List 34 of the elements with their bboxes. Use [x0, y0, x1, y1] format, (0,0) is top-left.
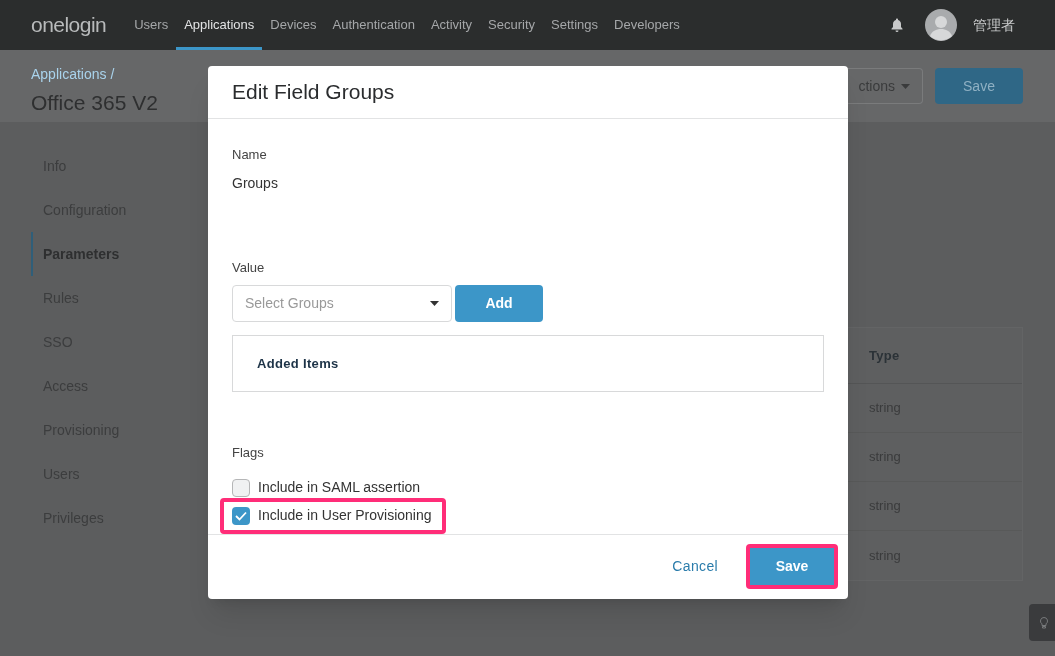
- nav-tab[interactable]: Devices: [262, 0, 325, 50]
- groups-select[interactable]: Select Groups: [232, 285, 452, 323]
- checkbox-label[interactable]: Include in User Provisioning: [258, 505, 432, 527]
- field-label: Value: [232, 258, 266, 277]
- caret-icon: [901, 83, 910, 89]
- tip-button[interactable]: [1029, 604, 1055, 641]
- nav-tab[interactable]: Users: [126, 0, 177, 50]
- select-placeholder: Select Groups: [245, 294, 334, 314]
- checkbox[interactable]: [232, 478, 250, 497]
- checkbox[interactable]: [232, 506, 250, 525]
- nav-tab[interactable]: Activity: [422, 0, 481, 50]
- breadcrumb-link[interactable]: Applications /: [31, 64, 158, 85]
- user-name[interactable]: 管理者: [973, 14, 1015, 36]
- field-label: Name: [232, 146, 268, 165]
- page-title: Office 365 V2: [31, 90, 158, 116]
- cancel-button[interactable]: Cancel: [672, 556, 718, 578]
- save-button[interactable]: Save: [935, 68, 1023, 104]
- avatar-icon[interactable]: [925, 9, 957, 41]
- nav-tab[interactable]: Settings: [543, 0, 607, 50]
- panel-title: Added Items: [257, 355, 339, 374]
- field-value: Groups: [232, 173, 279, 193]
- nav-tab[interactable]: Authentication: [324, 0, 423, 50]
- field-label: Flags: [232, 444, 265, 463]
- check-icon: [235, 510, 247, 521]
- add-button[interactable]: Add: [455, 285, 543, 323]
- caret-icon: [430, 301, 439, 307]
- nav-tab[interactable]: Developers: [606, 0, 688, 50]
- logo[interactable]: onelogin: [31, 9, 107, 41]
- lightbulb-icon: [1040, 616, 1048, 629]
- nav-tab[interactable]: Security: [480, 0, 544, 50]
- dialog-title: Edit Field Groups: [232, 79, 395, 106]
- save-button[interactable]: Save: [750, 548, 834, 586]
- bell-icon[interactable]: [891, 18, 903, 32]
- checkbox-label[interactable]: Include in SAML assertion: [258, 477, 421, 499]
